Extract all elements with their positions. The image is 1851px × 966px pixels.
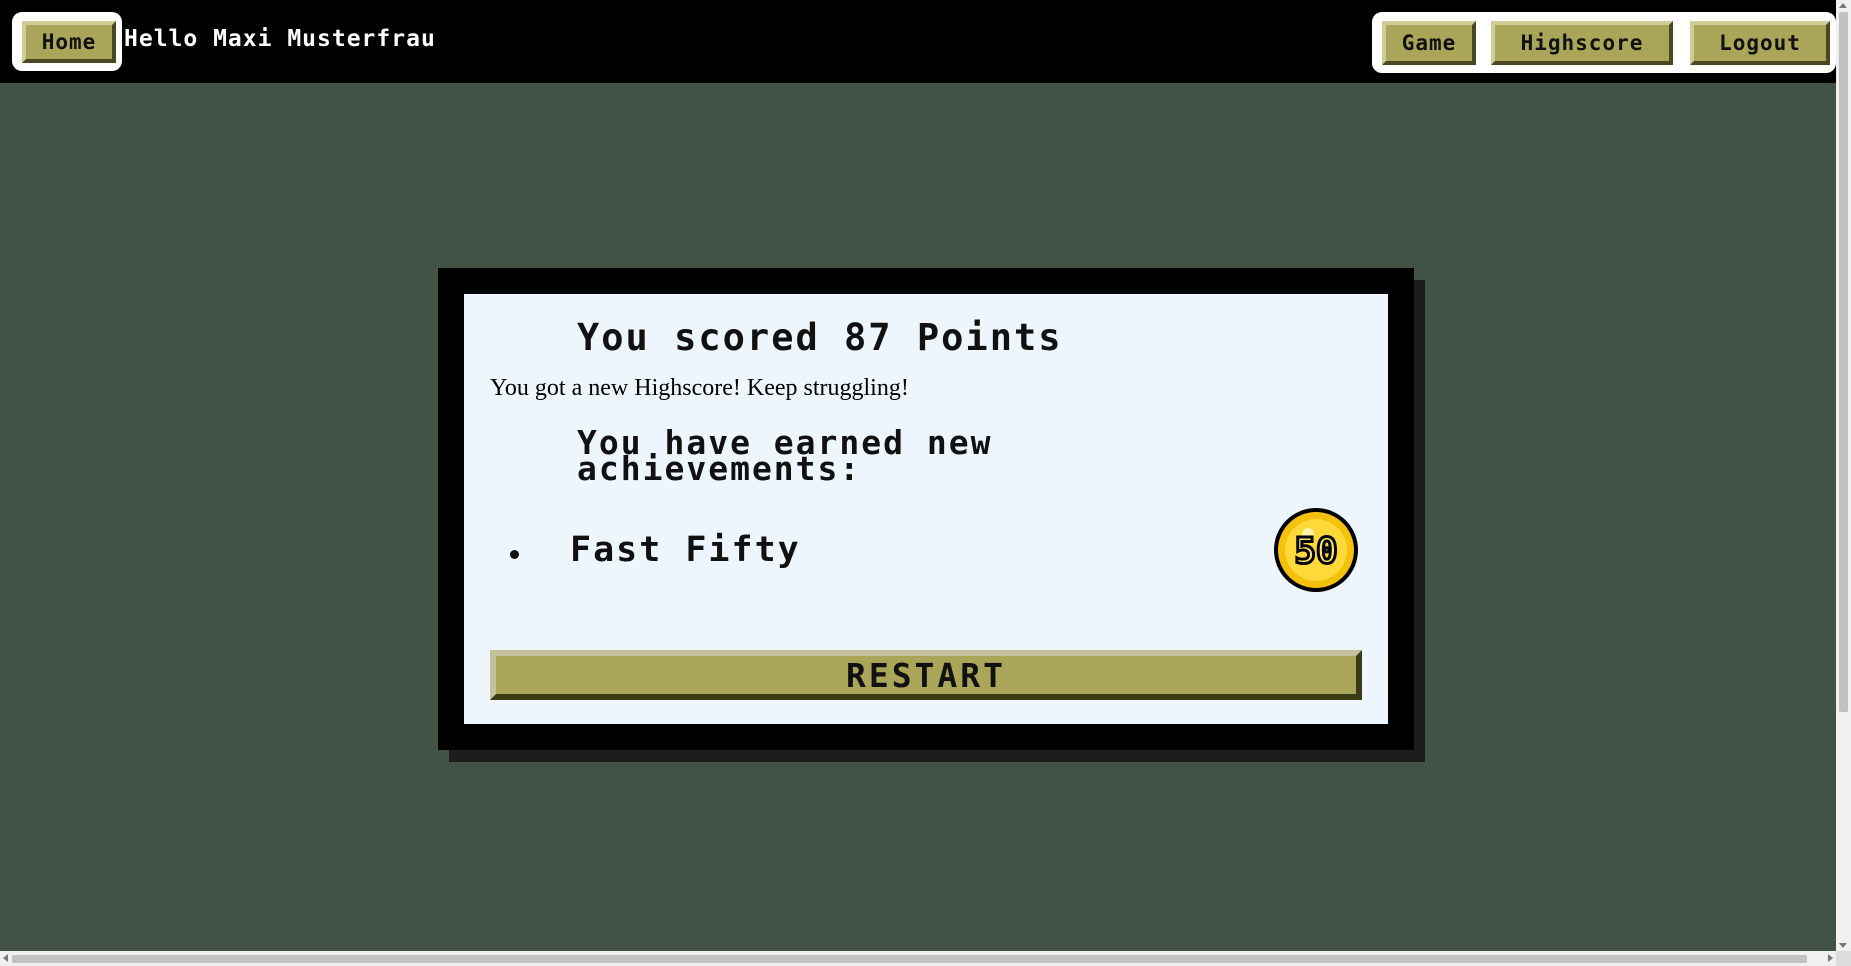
scrollbar-corner <box>1836 951 1851 966</box>
coin-badge-text: 50 <box>1294 531 1337 572</box>
game-button[interactable]: Game <box>1382 21 1476 65</box>
scroll-left-icon[interactable] <box>3 954 8 962</box>
top-navigation-bar: Home Hello Maxi Musterfrau Game Highscor… <box>0 0 1836 83</box>
achievements-title: You have earned new achievements: <box>577 423 993 488</box>
achievement-name: Fast Fifty <box>570 530 801 570</box>
main-nav: Game Highscore Logout <box>1372 12 1836 73</box>
gold-coin-50-icon: 50 <box>1274 508 1358 592</box>
vertical-scroll-thumb[interactable] <box>1839 12 1848 712</box>
result-dialog: You scored 87 Points You got a new Highs… <box>438 268 1414 750</box>
home-button-frame: Home <box>12 12 122 71</box>
logout-button[interactable]: Logout <box>1690 21 1830 65</box>
horizontal-scroll-thumb[interactable] <box>12 955 1807 963</box>
vertical-scrollbar[interactable] <box>1836 0 1851 951</box>
scroll-down-icon[interactable] <box>1839 943 1847 948</box>
horizontal-scrollbar[interactable] <box>0 951 1836 966</box>
scroll-up-icon[interactable] <box>1839 3 1847 8</box>
home-button[interactable]: Home <box>22 21 116 63</box>
score-title: You scored 87 Points <box>577 316 1063 359</box>
bullet-icon <box>510 550 519 559</box>
user-greeting: Hello Maxi Musterfrau <box>124 26 436 52</box>
scroll-right-icon[interactable] <box>1828 954 1833 962</box>
highscore-message: You got a new Highscore! Keep struggling… <box>490 375 909 401</box>
result-dialog-content: You scored 87 Points You got a new Highs… <box>464 294 1388 724</box>
restart-button[interactable]: RESTART <box>490 650 1362 700</box>
highscore-button[interactable]: Highscore <box>1491 21 1673 65</box>
